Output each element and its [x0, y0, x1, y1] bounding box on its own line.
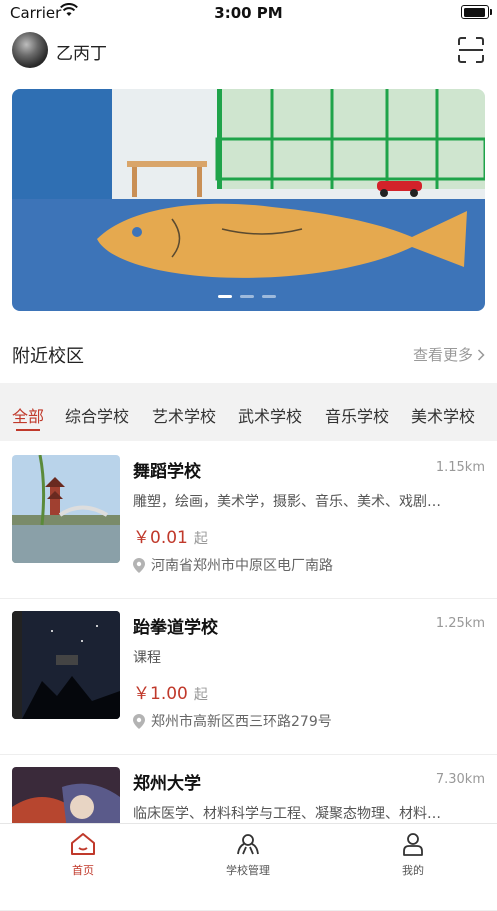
- tab-label: 综合学校: [65, 407, 130, 426]
- tab-label: 全部: [12, 407, 45, 426]
- location-pin-icon: [133, 557, 145, 573]
- school-card[interactable]: 舞蹈学校 1.15km 雕塑，绘画，美术学，摄影、音乐、美术、戏剧… ￥0.01…: [0, 443, 497, 599]
- school-courses: 雕塑，绘画，美术学，摄影、音乐、美术、戏剧…: [133, 494, 441, 510]
- tab-art[interactable]: 艺术学校: [152, 403, 216, 427]
- see-more-link[interactable]: 查看更多: [413, 344, 485, 365]
- tab-label: 艺术学校: [152, 407, 217, 426]
- school-distance: 1.15km: [435, 460, 485, 475]
- battery-icon: [461, 5, 492, 19]
- scan-icon[interactable]: [457, 36, 485, 64]
- school-price: ￥1.00 起: [133, 679, 208, 704]
- top-bar: 乙丙丁: [0, 30, 497, 70]
- tab-label: 武术学校: [238, 407, 303, 426]
- school-address: 郑州市高新区西三环路279号: [133, 711, 332, 731]
- school-name: 郑州大学: [133, 774, 201, 794]
- school-thumbnail: [12, 455, 120, 563]
- tab-comprehensive[interactable]: 综合学校: [65, 403, 129, 427]
- school-name: 舞蹈学校: [133, 462, 201, 482]
- school-price: ￥0.01 起: [133, 523, 208, 548]
- nav-label: 学校管理: [226, 864, 270, 877]
- price-suffix: 起: [193, 531, 208, 547]
- chevron-right-icon: [477, 348, 485, 361]
- nav-school-manage[interactable]: 学校管理: [188, 832, 308, 878]
- tab-music[interactable]: 音乐学校: [325, 403, 389, 427]
- section-title: 附近校区: [12, 346, 84, 367]
- school-distance: 7.30km: [435, 772, 485, 787]
- school-distance: 1.25km: [435, 616, 485, 631]
- status-bar: Carrier 3:00 PM: [0, 0, 497, 26]
- school-card[interactable]: 跆拳道学校 1.25km 课程 ￥1.00 起 郑州市高新区西三环路279号: [0, 599, 497, 755]
- address-text: 郑州市高新区西三环路279号: [151, 714, 332, 730]
- carousel-dot[interactable]: [218, 295, 232, 298]
- bottom-nav: 首页 学校管理 我的: [0, 823, 497, 884]
- school-name: 跆拳道学校: [133, 618, 218, 638]
- nav-label: 首页: [72, 864, 94, 877]
- see-more-label: 查看更多: [412, 346, 473, 364]
- carousel-dot[interactable]: [262, 295, 276, 298]
- category-tabs: 全部 综合学校 艺术学校 武术学校 音乐学校 美术学校: [0, 383, 497, 441]
- school-manage-icon: [237, 834, 259, 855]
- tab-fine-art[interactable]: 美术学校: [411, 403, 475, 427]
- tab-active-underline: [16, 429, 41, 431]
- avatar[interactable]: [12, 32, 48, 68]
- banner-image: [97, 89, 485, 278]
- home-icon: [71, 833, 95, 855]
- banner-carousel[interactable]: [12, 89, 485, 311]
- tab-label: 美术学校: [411, 407, 476, 426]
- nav-profile[interactable]: 我的: [353, 832, 473, 878]
- school-thumbnail: [12, 611, 120, 719]
- address-text: 河南省郑州市中原区电厂南路: [151, 558, 333, 574]
- nav-label: 我的: [402, 864, 424, 877]
- carousel-indicator: [218, 295, 276, 298]
- price-value: ￥0.01: [133, 528, 188, 548]
- price-suffix: 起: [193, 687, 208, 703]
- tab-martial[interactable]: 武术学校: [238, 403, 302, 427]
- profile-icon: [403, 833, 423, 856]
- nearby-section-header: 附近校区 查看更多: [0, 330, 497, 374]
- username: 乙丙丁: [56, 44, 107, 64]
- tab-label: 音乐学校: [325, 407, 390, 426]
- school-address: 河南省郑州市中原区电厂南路: [133, 555, 333, 575]
- price-value: ￥1.00: [133, 684, 188, 704]
- location-pin-icon: [133, 713, 145, 729]
- school-courses: 课程: [133, 650, 161, 666]
- tab-all[interactable]: 全部: [12, 403, 45, 431]
- nav-home[interactable]: 首页: [23, 832, 143, 878]
- clock: 3:00 PM: [214, 4, 283, 22]
- school-courses: 临床医学、材料科学与工程、凝聚态物理、材料…: [133, 806, 441, 822]
- carousel-dot[interactable]: [240, 295, 254, 298]
